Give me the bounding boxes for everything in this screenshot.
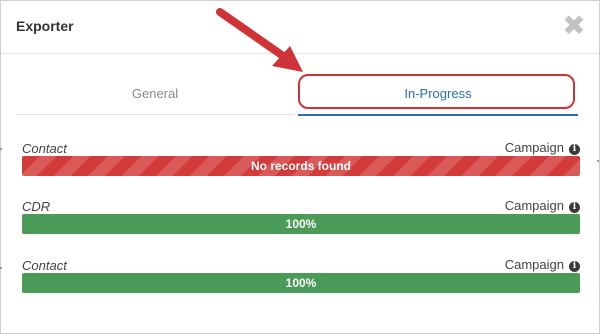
export-source: Campaign i [505,257,580,272]
export-type-label: CDR [22,199,51,214]
export-type-label: Contact [22,258,67,273]
tab-general[interactable]: General [16,73,294,115]
edge-mark [0,148,2,150]
progress-bar: 100% [22,273,580,293]
close-icon[interactable]: ✖ [561,12,587,40]
progress-status-text: 100% [285,276,317,290]
info-icon[interactable]: i [569,261,580,272]
tab-bar: General In-Progress [16,73,584,116]
progress-status-text: 100% [285,217,317,231]
tab-in-progress[interactable]: In-Progress [298,73,578,116]
export-source: Campaign i [505,140,580,155]
info-icon[interactable]: i [569,144,580,155]
export-source-label: Campaign [504,198,564,213]
progress-bar: No records found [22,156,580,176]
export-source-label: Campaign [504,257,564,272]
edge-mark [597,160,599,162]
edge-mark [0,267,2,269]
export-type-label: Contact [22,141,67,156]
dialog-header: Exporter ✖ [1,1,599,54]
export-row: Contact Campaign i 100% [22,257,580,298]
info-icon[interactable]: i [569,202,580,213]
exporter-dialog: Exporter ✖ General In-Progress Contact C… [0,0,600,334]
export-source-label: Campaign [504,140,564,155]
dialog-title: Exporter [16,18,74,34]
progress-bar: 100% [22,214,580,234]
export-row: Contact Campaign i No records found [22,140,580,181]
export-row: CDR Campaign i 100% [22,198,580,239]
export-source: Campaign i [505,198,580,213]
progress-status-text: No records found [250,159,351,173]
